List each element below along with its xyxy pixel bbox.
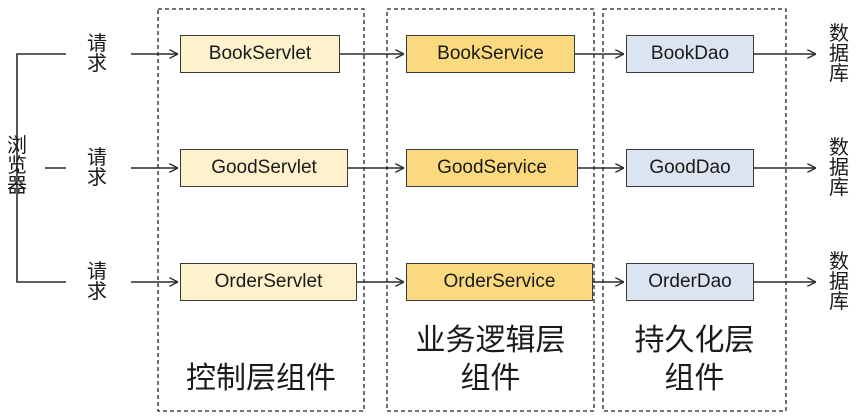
request-label-1: 请 求 — [87, 33, 107, 75]
control-layer-title: 控制层组件 — [186, 362, 336, 395]
dao-node-order: OrderDao — [626, 263, 754, 301]
database-label-1: 数 据 库 — [829, 23, 849, 85]
persistence-layer-title-line1: 持久化层 — [634, 324, 755, 357]
persistence-layer-title-line2: 组件 — [664, 362, 725, 395]
service-node-book: BookService — [406, 35, 575, 73]
mvc-architecture-diagram: 浏 览 器 请 求 请 求 请 求 BookServlet BookServic… — [0, 0, 864, 417]
request-label-3: 请 求 — [87, 261, 107, 303]
browser-label: 浏 览 器 — [7, 135, 27, 197]
servlet-node-order: OrderServlet — [180, 263, 357, 301]
database-label-2: 数 据 库 — [829, 137, 849, 199]
service-node-order: OrderService — [406, 263, 593, 301]
database-label-3: 数 据 库 — [829, 251, 849, 313]
dao-node-good: GoodDao — [626, 149, 754, 187]
service-layer-title-line2: 组件 — [460, 362, 521, 395]
servlet-node-good: GoodServlet — [180, 149, 348, 187]
dao-node-book: BookDao — [626, 35, 754, 73]
service-layer-title-line1: 业务逻辑层 — [415, 324, 566, 357]
request-label-2: 请 求 — [87, 147, 107, 189]
service-node-good: GoodService — [406, 149, 578, 187]
servlet-node-book: BookServlet — [180, 35, 340, 73]
